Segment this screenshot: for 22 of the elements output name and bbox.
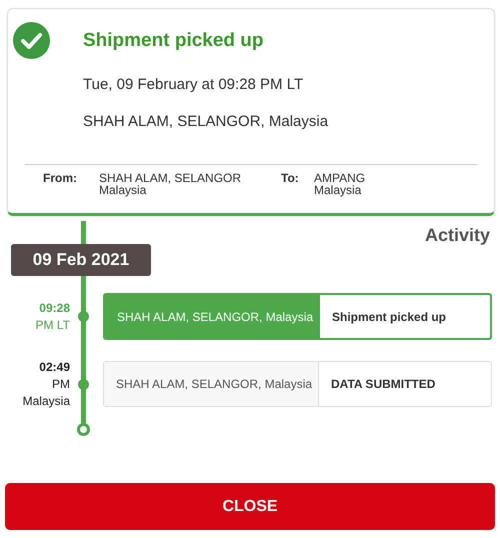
date-badge: 09 Feb 2021: [11, 244, 151, 276]
check-circle-icon: [13, 22, 50, 59]
event-status: DATA SUBMITTED: [330, 376, 436, 394]
summary-title: Shipment picked up: [83, 29, 265, 53]
route-label: To:: [281, 172, 300, 186]
timeline-end-icon: [77, 423, 90, 436]
event-time: 09:28: [38, 300, 70, 316]
event-zone: PM Malaysia: [22, 376, 70, 410]
timeline-dot: [78, 378, 89, 390]
timeline-dot: [78, 311, 89, 322]
close-button[interactable]: CLOSE: [5, 483, 495, 530]
event-status: Shipment picked up: [331, 308, 446, 326]
event-location: SHAH ALAM, SELANGOR, Malaysia: [104, 362, 319, 406]
event-time: 02:49: [38, 359, 70, 376]
event-location: SHAH ALAM, SELANGOR, Malaysia: [105, 295, 320, 338]
activity-heading: Activity: [424, 224, 490, 247]
pickup-datetime: Tue, 09 February at 09:28 PM LT: [83, 74, 304, 94]
pickup-location: SHAH ALAM, SELANGOR, Malaysia: [83, 112, 328, 132]
route-place: SHAH ALAM, SELANGOR Malaysia: [99, 172, 242, 197]
event-zone: PM LT: [34, 316, 70, 334]
route-place: AMPANG Malaysia: [314, 172, 366, 197]
route-label: From:: [43, 172, 78, 186]
